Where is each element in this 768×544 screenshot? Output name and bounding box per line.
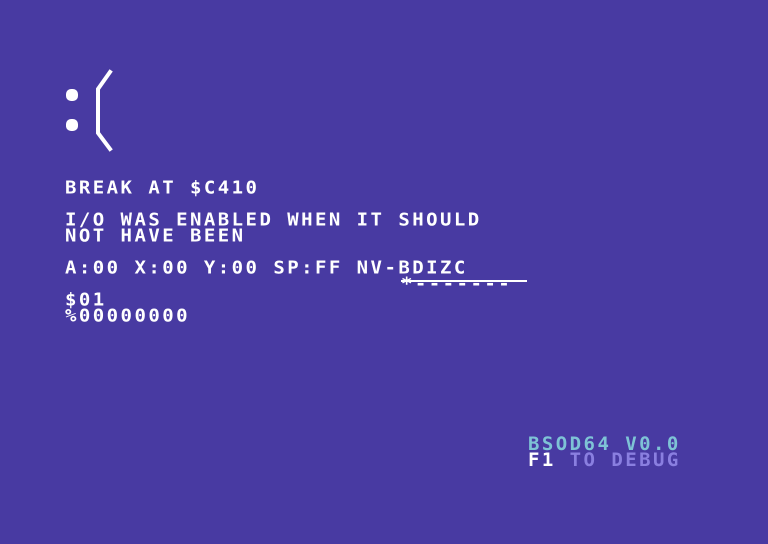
sad-face-icon <box>66 69 113 152</box>
port-binary: %00000000 <box>65 305 191 327</box>
debug-hint-label: TO DEBUG <box>555 449 681 471</box>
f1-key-label: F1 <box>528 449 556 471</box>
error-line-2: NOT HAVE BEEN <box>65 225 246 247</box>
break-message: BREAK AT $C410 <box>65 177 260 199</box>
bsod-screen: BREAK AT $C410 I/O WAS ENABLED WHEN IT S… <box>0 0 768 544</box>
debug-prompt[interactable]: F1 TO DEBUG <box>528 449 681 471</box>
flags-bits: *------- <box>401 273 513 295</box>
